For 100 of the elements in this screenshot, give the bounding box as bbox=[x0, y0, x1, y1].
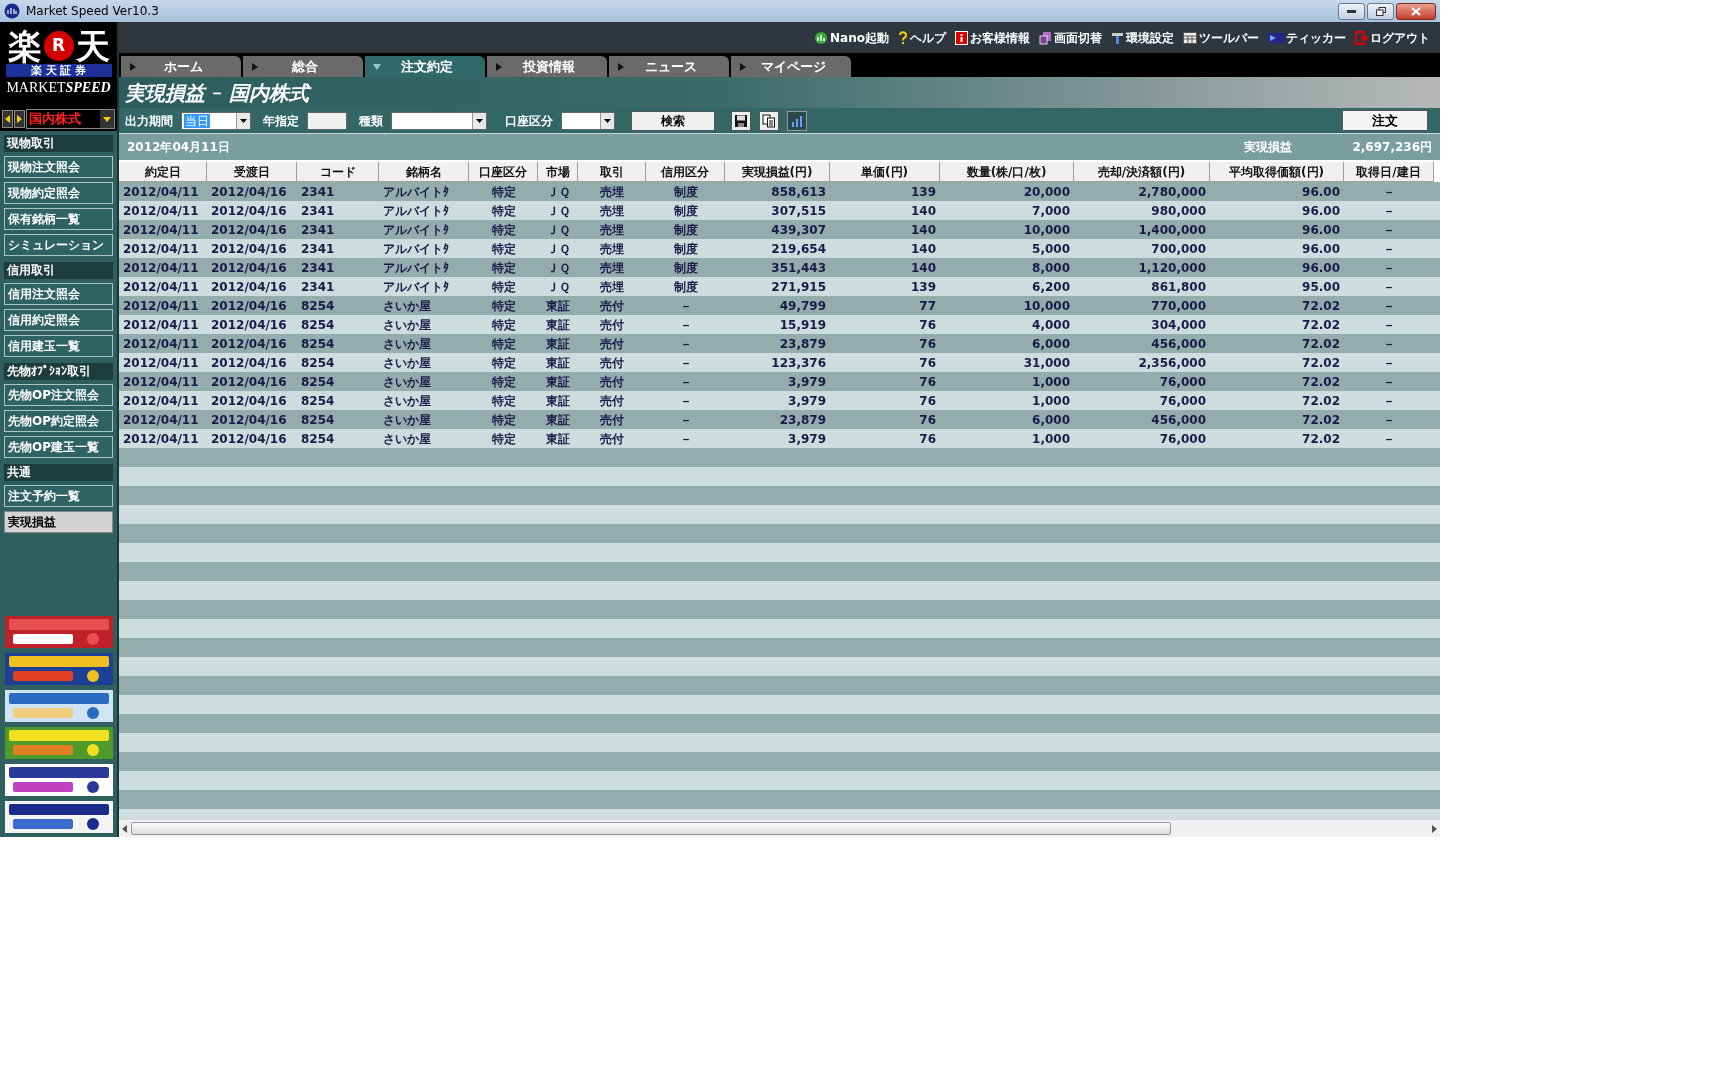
table-cell-text: 72.02 bbox=[1301, 316, 1341, 334]
column-header[interactable]: 売却/決済額(円) bbox=[1074, 162, 1210, 182]
table-row[interactable]: 2012/04/11 2012/04/16 2341 アルバイトﾀ 特定 ＪＱ 売埋 制度 439,307 140 10,000 1,400,000 96.00 － bbox=[119, 220, 1440, 239]
column-header[interactable]: 取引 bbox=[578, 162, 646, 182]
table-row[interactable]: 2012/04/11 2012/04/16 8254 さいか屋 特定 東証 売付 － 15,919 76 4,000 304,000 72.02 － bbox=[119, 315, 1440, 334]
account-dropdown[interactable] bbox=[561, 111, 615, 130]
scrollbar-thumb[interactable] bbox=[131, 822, 1171, 835]
table-cell-text: 15,919 bbox=[778, 316, 827, 334]
column-header[interactable]: 口座区分 bbox=[469, 162, 538, 182]
column-header[interactable]: 受渡日 bbox=[207, 162, 297, 182]
close-button[interactable] bbox=[1396, 2, 1436, 20]
sidebar-item[interactable]: 先物OP約定照会 bbox=[4, 410, 113, 432]
toolbar-button[interactable]: 環境設定 bbox=[1111, 28, 1174, 47]
nav-tab[interactable]: マイページ bbox=[731, 56, 851, 77]
table-cell-text: 2341 bbox=[300, 259, 336, 277]
table-cell-text: － bbox=[678, 430, 693, 448]
sidebar-item[interactable]: 先物OP建玉一覧 bbox=[4, 436, 113, 458]
table-row[interactable]: 2012/04/11 2012/04/16 8254 さいか屋 特定 東証 売付 － 3,979 76 1,000 76,000 72.02 － bbox=[119, 429, 1440, 448]
sidebar-item[interactable]: 実現損益 bbox=[4, 511, 113, 533]
table-cell-text: 23,879 bbox=[778, 335, 827, 353]
table-row[interactable]: 2012/04/11 2012/04/16 2341 アルバイトﾀ 特定 ＪＱ 売埋 制度 858,613 139 20,000 2,780,000 96.00 － bbox=[119, 182, 1440, 201]
table-row[interactable]: 2012/04/11 2012/04/16 8254 さいか屋 特定 東証 売付 － 23,879 76 6,000 456,000 72.02 － bbox=[119, 410, 1440, 429]
table-cell-text: 76 bbox=[918, 411, 937, 429]
table-cell-text: 5,000 bbox=[1031, 240, 1071, 258]
column-header[interactable]: 単価(円) bbox=[830, 162, 940, 182]
table-cell-text: アルバイトﾀ bbox=[382, 240, 450, 258]
table-cell-text: 2012/04/11 bbox=[122, 240, 200, 258]
table-cell-text: 219,654 bbox=[770, 240, 827, 258]
nav-tab[interactable]: ホーム bbox=[121, 56, 241, 77]
toolbar-button[interactable]: 画面切替 bbox=[1039, 28, 1102, 47]
toolbar-button[interactable]: ログアウト bbox=[1355, 28, 1430, 47]
toolbar-button[interactable]: ツールバー bbox=[1183, 28, 1259, 47]
table-cell-text: 特定 bbox=[490, 411, 517, 429]
table-cell-text: 2341 bbox=[300, 221, 336, 239]
type-dropdown[interactable] bbox=[391, 111, 487, 130]
toolbar-button[interactable]: ヘルプ bbox=[898, 28, 946, 47]
order-button[interactable]: 注文 bbox=[1342, 110, 1428, 131]
sidebar-item[interactable]: 保有銘柄一覧 bbox=[4, 208, 113, 230]
sidebar-item[interactable]: 先物OP注文照会 bbox=[4, 384, 113, 406]
table-row[interactable]: 2012/04/11 2012/04/16 8254 さいか屋 特定 東証 売付 － 3,979 76 1,000 76,000 72.02 － bbox=[119, 372, 1440, 391]
column-header[interactable]: 信用区分 bbox=[646, 162, 725, 182]
toolbar-button[interactable]: ティッカー bbox=[1268, 28, 1346, 47]
toolbar-button[interactable]: Nano起動 bbox=[814, 28, 889, 47]
table-row[interactable]: 2012/04/11 2012/04/16 8254 さいか屋 特定 東証 売付 － 23,879 76 6,000 456,000 72.02 － bbox=[119, 334, 1440, 353]
table-row[interactable]: 2012/04/11 2012/04/16 2341 アルバイトﾀ 特定 ＪＱ 売埋 制度 351,443 140 8,000 1,120,000 96.00 － bbox=[119, 258, 1440, 277]
nav-tab[interactable]: 投資情報 bbox=[487, 56, 607, 77]
column-header[interactable]: 平均取得価額(円) bbox=[1210, 162, 1344, 182]
copy-button[interactable] bbox=[759, 110, 779, 131]
column-header[interactable]: 取得日/建日 bbox=[1344, 162, 1434, 182]
table-cell-text: 139 bbox=[909, 183, 937, 201]
column-header[interactable]: 数量(株/口/枚) bbox=[940, 162, 1074, 182]
table-cell-text: 2012/04/11 bbox=[122, 259, 200, 277]
table-cell-text: 1,400,000 bbox=[1137, 221, 1207, 239]
sidebar-item[interactable]: 信用建玉一覧 bbox=[4, 335, 113, 357]
table-cell-text: ＪＱ bbox=[545, 202, 571, 220]
chart-button[interactable] bbox=[787, 110, 807, 131]
hammer-icon bbox=[1111, 30, 1124, 45]
table-row[interactable]: 2012/04/11 2012/04/16 2341 アルバイトﾀ 特定 ＪＱ 売埋 制度 271,915 139 6,200 861,800 95.00 － bbox=[119, 277, 1440, 296]
table-cell-text: － bbox=[678, 316, 693, 334]
previous-button[interactable] bbox=[2, 110, 13, 128]
column-header[interactable]: 実現損益(円) bbox=[725, 162, 830, 182]
table-row[interactable]: 2012/04/11 2012/04/16 8254 さいか屋 特定 東証 売付 － 3,979 76 1,000 76,000 72.02 － bbox=[119, 391, 1440, 410]
table-cell-text: さいか屋 bbox=[382, 392, 432, 410]
horizontal-scrollbar[interactable] bbox=[119, 820, 1440, 837]
table-cell-text: 2012/04/11 bbox=[122, 278, 200, 296]
table-row[interactable]: 2012/04/11 2012/04/16 2341 アルバイトﾀ 特定 ＪＱ 売埋 制度 307,515 140 7,000 980,000 96.00 － bbox=[119, 201, 1440, 220]
table-cell-text: 特定 bbox=[490, 183, 517, 201]
toolbar-button[interactable]: お客様情報 bbox=[955, 28, 1030, 47]
table-row[interactable]: 2012/04/11 2012/04/16 8254 さいか屋 特定 東証 売付 － 49,799 77 10,000 770,000 72.02 － bbox=[119, 296, 1440, 315]
table-row[interactable]: 2012/04/11 2012/04/16 8254 さいか屋 特定 東証 売付 － 123,376 76 31,000 2,356,000 72.02 － bbox=[119, 353, 1440, 372]
table-row[interactable]: 2012/04/11 2012/04/16 2341 アルバイトﾀ 特定 ＪＱ 売埋 制度 219,654 140 5,000 700,000 96.00 － bbox=[119, 239, 1440, 258]
nav-tab[interactable]: 注文約定 bbox=[365, 56, 485, 77]
table-cell-text: 売付 bbox=[599, 430, 625, 448]
table-cell-text: 2012/04/16 bbox=[210, 240, 288, 258]
sidebar-item[interactable]: 現物注文照会 bbox=[4, 156, 113, 178]
sidebar-item[interactable]: 信用約定照会 bbox=[4, 309, 113, 331]
sidebar-item[interactable]: シミュレーション bbox=[4, 234, 113, 256]
table-cell-text: 1,000 bbox=[1031, 430, 1071, 448]
nav-tab[interactable]: 総合 bbox=[243, 56, 363, 77]
table-cell-text: 2012/04/16 bbox=[210, 278, 288, 296]
nav-tab[interactable]: ニュース bbox=[609, 56, 729, 77]
table-cell-text: 売埋 bbox=[599, 240, 625, 258]
save-button[interactable] bbox=[731, 110, 751, 131]
column-header[interactable]: 銘柄名 bbox=[379, 162, 469, 182]
table-cell-text: 6,200 bbox=[1031, 278, 1071, 296]
sidebar-item[interactable]: 信用注文照会 bbox=[4, 283, 113, 305]
column-header[interactable]: コード bbox=[297, 162, 379, 182]
table-cell-text: さいか屋 bbox=[382, 335, 432, 353]
app-icon bbox=[4, 3, 20, 19]
year-field[interactable] bbox=[307, 111, 347, 130]
restore-button[interactable] bbox=[1367, 2, 1394, 20]
next-button[interactable] bbox=[14, 110, 25, 128]
column-header[interactable]: 市場 bbox=[538, 162, 578, 182]
minimize-button[interactable] bbox=[1338, 2, 1365, 20]
sidebar-item[interactable]: 現物約定照会 bbox=[4, 182, 113, 204]
sidebar-item[interactable]: 注文予約一覧 bbox=[4, 485, 113, 507]
table-cell-text: 96.00 bbox=[1301, 259, 1341, 277]
column-header[interactable]: 約定日 bbox=[119, 162, 207, 182]
market-dropdown[interactable]: 国内株式 bbox=[26, 109, 115, 129]
search-button[interactable]: 検索 bbox=[631, 110, 715, 131]
